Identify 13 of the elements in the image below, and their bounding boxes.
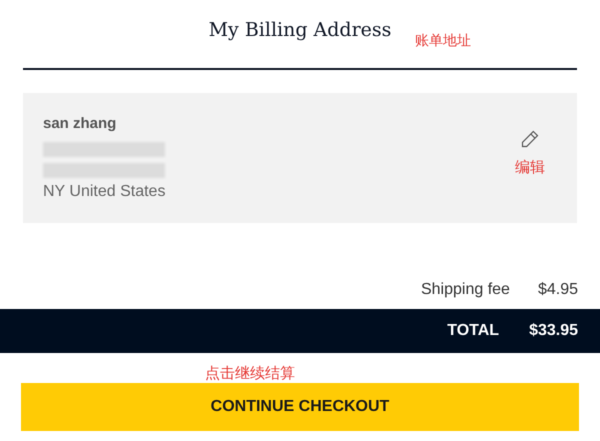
annotation-text: 点击继续结算 [205,365,295,383]
section-title: My Billing Address [208,18,392,43]
annotation-text: 编辑 [515,158,545,178]
total-value: $33.95 [529,321,578,341]
edit-button[interactable] [520,129,540,149]
address-name: san zhang [43,114,118,134]
pencil-icon [520,129,540,149]
annotation-text: 账单地址 [415,31,471,50]
address-line: NY United States [43,182,166,202]
shipping-value: $4.95 [538,280,578,300]
shipping-label: Shipping fee [420,280,510,300]
checkout-button[interactable]: CONTINUE CHECKOUT [21,383,579,431]
total-label: TOTAL [447,321,500,341]
